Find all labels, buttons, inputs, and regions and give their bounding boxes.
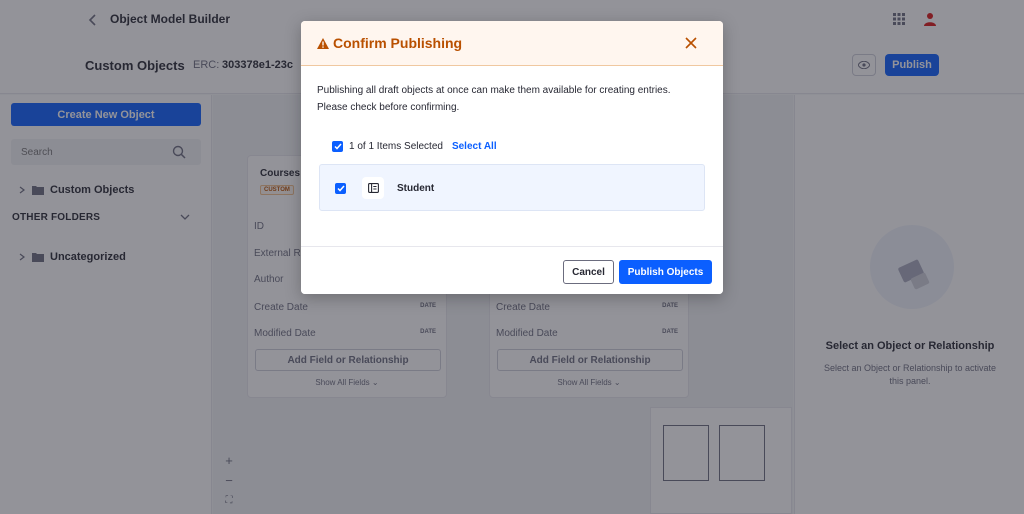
list-item[interactable]: Student [319,164,705,211]
modal-footer: Cancel Publish Objects [301,246,723,294]
app-root: Object Model Builder Custom Objects ERC:… [0,0,1024,514]
warning-icon [317,38,329,49]
selected-count: 1 of 1 Items Selected [349,140,443,152]
confirm-publishing-modal: Confirm Publishing Publishing all draft … [301,21,723,294]
select-all-checkbox[interactable] [332,140,343,152]
object-icon [362,177,384,199]
selection-summary: 1 of 1 Items Selected Select All [332,139,497,153]
check-icon [336,185,345,192]
item-checkbox[interactable] [335,183,346,194]
cancel-button[interactable]: Cancel [563,260,614,284]
item-label: Student [397,183,435,194]
select-all-link[interactable]: Select All [452,141,497,152]
modal-description: Publishing all draft objects at once can… [317,82,707,116]
close-icon [685,37,697,49]
modal-title: Confirm Publishing [333,35,463,51]
close-button[interactable] [681,33,701,53]
description-line: Publishing all draft objects at once can… [317,85,671,96]
publish-objects-button[interactable]: Publish Objects [619,260,712,284]
description-line: Please check before confirming. [317,102,460,113]
check-icon [333,143,342,150]
modal-header: Confirm Publishing [301,21,723,66]
